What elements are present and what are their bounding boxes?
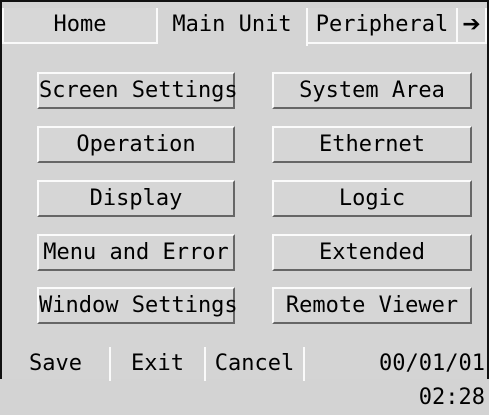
operation-button[interactable]: Operation <box>37 126 235 163</box>
ethernet-button[interactable]: Ethernet <box>272 126 472 163</box>
tab-peripheral[interactable]: Peripheral <box>308 8 458 44</box>
tab-bar: Home Main Unit Peripheral ➔ <box>2 8 487 46</box>
cancel-button[interactable]: Cancel <box>206 347 305 381</box>
next-tab-button[interactable]: ➔ <box>458 8 487 44</box>
window-settings-button[interactable]: Window Settings <box>37 287 238 324</box>
exit-button[interactable]: Exit <box>111 347 206 381</box>
display-button[interactable]: Display <box>37 180 235 217</box>
arrow-right-icon: ➔ <box>462 12 481 37</box>
system-area-button[interactable]: System Area <box>272 72 472 109</box>
tab-home[interactable]: Home <box>2 8 158 44</box>
remote-viewer-button[interactable]: Remote Viewer <box>272 287 472 324</box>
save-button[interactable]: Save <box>2 347 111 381</box>
tab-main-unit[interactable]: Main Unit <box>158 8 308 46</box>
logic-button[interactable]: Logic <box>272 180 472 217</box>
clock-display: 00/01/01 02:28 <box>379 351 485 410</box>
menu-and-error-button[interactable]: Menu and Error <box>37 234 235 271</box>
extended-button[interactable]: Extended <box>272 234 472 271</box>
screen-settings-button[interactable]: Screen Settings <box>37 72 238 109</box>
footer-bar: Save Exit Cancel 00/01/01 02:28 <box>2 347 487 410</box>
settings-screen: Home Main Unit Peripheral ➔ Screen Setti… <box>0 0 489 410</box>
